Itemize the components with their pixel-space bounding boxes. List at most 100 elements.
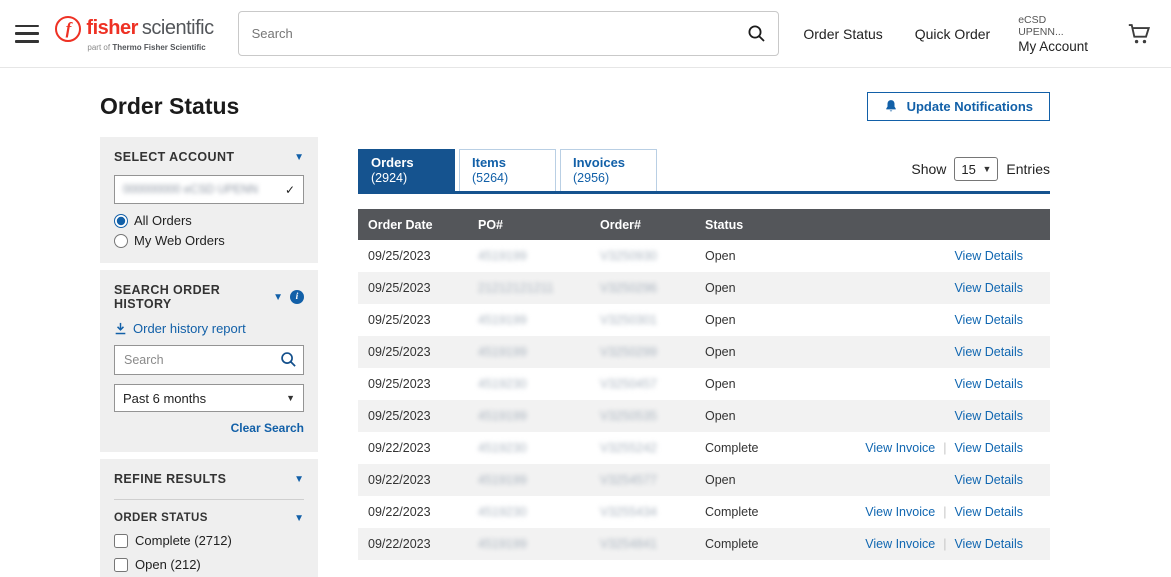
- account-select-value: 000000000 eCSD UPENN: [123, 184, 258, 196]
- view-details-link[interactable]: View Details: [954, 345, 1023, 359]
- update-notifications-button[interactable]: Update Notifications: [867, 92, 1050, 121]
- status-cell: Open: [705, 281, 835, 295]
- refine-results-panel: REFINE RESULTS ▼ ORDER STATUS ▼ Complete…: [100, 459, 318, 577]
- cart-icon[interactable]: [1126, 21, 1153, 46]
- table-row: 09/25/20234519230V3250457OpenView Detail…: [358, 368, 1050, 400]
- top-header: f fisher scientific part of Thermo Fishe…: [0, 0, 1171, 68]
- account-select[interactable]: 000000000 eCSD UPENN ✓: [114, 175, 304, 204]
- order-filter-radios: All Orders My Web Orders: [114, 213, 304, 248]
- logo-tagline-brand: Thermo Fisher Scientific: [112, 43, 205, 52]
- entries-label: Entries: [1006, 161, 1050, 177]
- row-actions: View Invoice|View Details: [835, 537, 1050, 551]
- tab-items[interactable]: Items(5264): [459, 149, 556, 191]
- row-actions: View Details: [835, 409, 1050, 423]
- info-icon[interactable]: i: [290, 290, 304, 304]
- radio-option[interactable]: My Web Orders: [114, 233, 304, 248]
- radio-label: All Orders: [134, 213, 192, 228]
- order-number-cell: V3255434: [600, 505, 705, 519]
- view-details-link[interactable]: View Details: [954, 409, 1023, 423]
- order-date-cell: 09/25/2023: [368, 345, 478, 359]
- fisher-scientific-logo[interactable]: f fisher scientific part of Thermo Fishe…: [55, 16, 213, 52]
- row-actions: View Invoice|View Details: [835, 441, 1050, 455]
- col-order-date: Order Date: [368, 218, 478, 232]
- radio-input[interactable]: [114, 214, 128, 228]
- order-date-cell: 09/22/2023: [368, 537, 478, 551]
- view-invoice-link[interactable]: View Invoice: [865, 505, 935, 519]
- row-actions: View Details: [835, 249, 1050, 263]
- nav-order-status[interactable]: Order Status: [803, 26, 882, 42]
- order-status-page: Order Status Update Notifications SELECT…: [0, 68, 1171, 577]
- chevron-down-icon[interactable]: ▼: [294, 152, 304, 163]
- global-search: [238, 11, 780, 56]
- tabs: Orders(2924)Items(5264)Invoices(2956): [358, 149, 657, 191]
- status-filter-checkboxes: Complete (2712) Open (212): [114, 533, 304, 572]
- view-details-link[interactable]: View Details: [954, 473, 1023, 487]
- view-details-link[interactable]: View Details: [954, 281, 1023, 295]
- table-row: 09/25/20234519199V3250535OpenView Detail…: [358, 400, 1050, 432]
- po-number-cell: 4519199: [478, 409, 600, 423]
- order-history-report-label: Order history report: [133, 321, 246, 336]
- order-status-filter-title: ORDER STATUS: [114, 512, 208, 524]
- order-date-cell: 09/25/2023: [368, 313, 478, 327]
- tab-invoices[interactable]: Invoices(2956): [560, 149, 657, 191]
- entries-per-page-select[interactable]: 15 ▼: [954, 157, 998, 181]
- my-account-label: My Account: [1018, 39, 1090, 54]
- tab-label: Invoices: [573, 155, 644, 170]
- order-number-cell: V3250930: [600, 249, 705, 263]
- hamburger-menu-icon[interactable]: [15, 25, 39, 43]
- order-date-cell: 09/25/2023: [368, 249, 478, 263]
- order-history-search-input[interactable]: [114, 345, 304, 375]
- po-number-cell: 4519199: [478, 313, 600, 327]
- view-details-link[interactable]: View Details: [954, 537, 1023, 551]
- view-details-link[interactable]: View Details: [954, 377, 1023, 391]
- po-number-cell: 4519199: [478, 345, 600, 359]
- status-cell: Open: [705, 313, 835, 327]
- date-range-select[interactable]: Past 6 months ▼: [114, 384, 304, 412]
- view-details-link[interactable]: View Details: [954, 505, 1023, 519]
- date-range-value: Past 6 months: [123, 391, 206, 406]
- row-actions: View Details: [835, 473, 1050, 487]
- view-details-link[interactable]: View Details: [954, 441, 1023, 455]
- bell-icon: [884, 99, 898, 114]
- radio-label: My Web Orders: [134, 233, 225, 248]
- row-actions: View Details: [835, 281, 1050, 295]
- order-number-cell: V3250296: [600, 281, 705, 295]
- search-icon[interactable]: [737, 15, 775, 52]
- row-actions: View Details: [835, 345, 1050, 359]
- nav-quick-order[interactable]: Quick Order: [915, 26, 990, 42]
- chevron-down-icon[interactable]: ▼: [294, 513, 304, 524]
- order-date-cell: 09/22/2023: [368, 473, 478, 487]
- order-date-cell: 09/25/2023: [368, 409, 478, 423]
- radio-option[interactable]: All Orders: [114, 213, 304, 228]
- table-row: 09/25/202321212121211V3250296OpenView De…: [358, 272, 1050, 304]
- chevron-down-icon[interactable]: ▼: [294, 474, 304, 485]
- search-input[interactable]: [238, 11, 780, 56]
- order-date-cell: 09/25/2023: [368, 281, 478, 295]
- view-invoice-link[interactable]: View Invoice: [865, 537, 935, 551]
- tab-count: (5264): [472, 171, 543, 185]
- order-number-cell: V3250301: [600, 313, 705, 327]
- checkbox-option[interactable]: Complete (2712): [114, 533, 304, 548]
- clear-search-link[interactable]: Clear Search: [231, 421, 304, 435]
- view-invoice-link[interactable]: View Invoice: [865, 441, 935, 455]
- tab-orders[interactable]: Orders(2924): [358, 149, 455, 191]
- checkbox-input[interactable]: [114, 534, 128, 548]
- header-nav: Order Status Quick Order: [803, 26, 990, 42]
- view-details-link[interactable]: View Details: [954, 249, 1023, 263]
- table-row: 09/22/20234519199V3254577OpenView Detail…: [358, 464, 1050, 496]
- checkbox-input[interactable]: [114, 558, 128, 572]
- order-history-report-link[interactable]: Order history report: [114, 321, 304, 336]
- table-row: 09/25/20234519199V3250299OpenView Detail…: [358, 336, 1050, 368]
- search-icon[interactable]: [280, 351, 297, 373]
- chevron-down-icon[interactable]: ▼: [273, 292, 283, 303]
- select-account-panel: SELECT ACCOUNT ▼ 000000000 eCSD UPENN ✓ …: [100, 137, 318, 263]
- table-header-row: Order Date PO# Order# Status: [358, 209, 1050, 240]
- radio-input[interactable]: [114, 234, 128, 248]
- my-account[interactable]: eCSD UPENN... My Account: [1018, 14, 1090, 54]
- col-order-number: Order#: [600, 218, 705, 232]
- order-number-cell: V3254841: [600, 537, 705, 551]
- tab-count: (2956): [573, 171, 644, 185]
- row-actions: View Details: [835, 313, 1050, 327]
- checkbox-option[interactable]: Open (212): [114, 557, 304, 572]
- view-details-link[interactable]: View Details: [954, 313, 1023, 327]
